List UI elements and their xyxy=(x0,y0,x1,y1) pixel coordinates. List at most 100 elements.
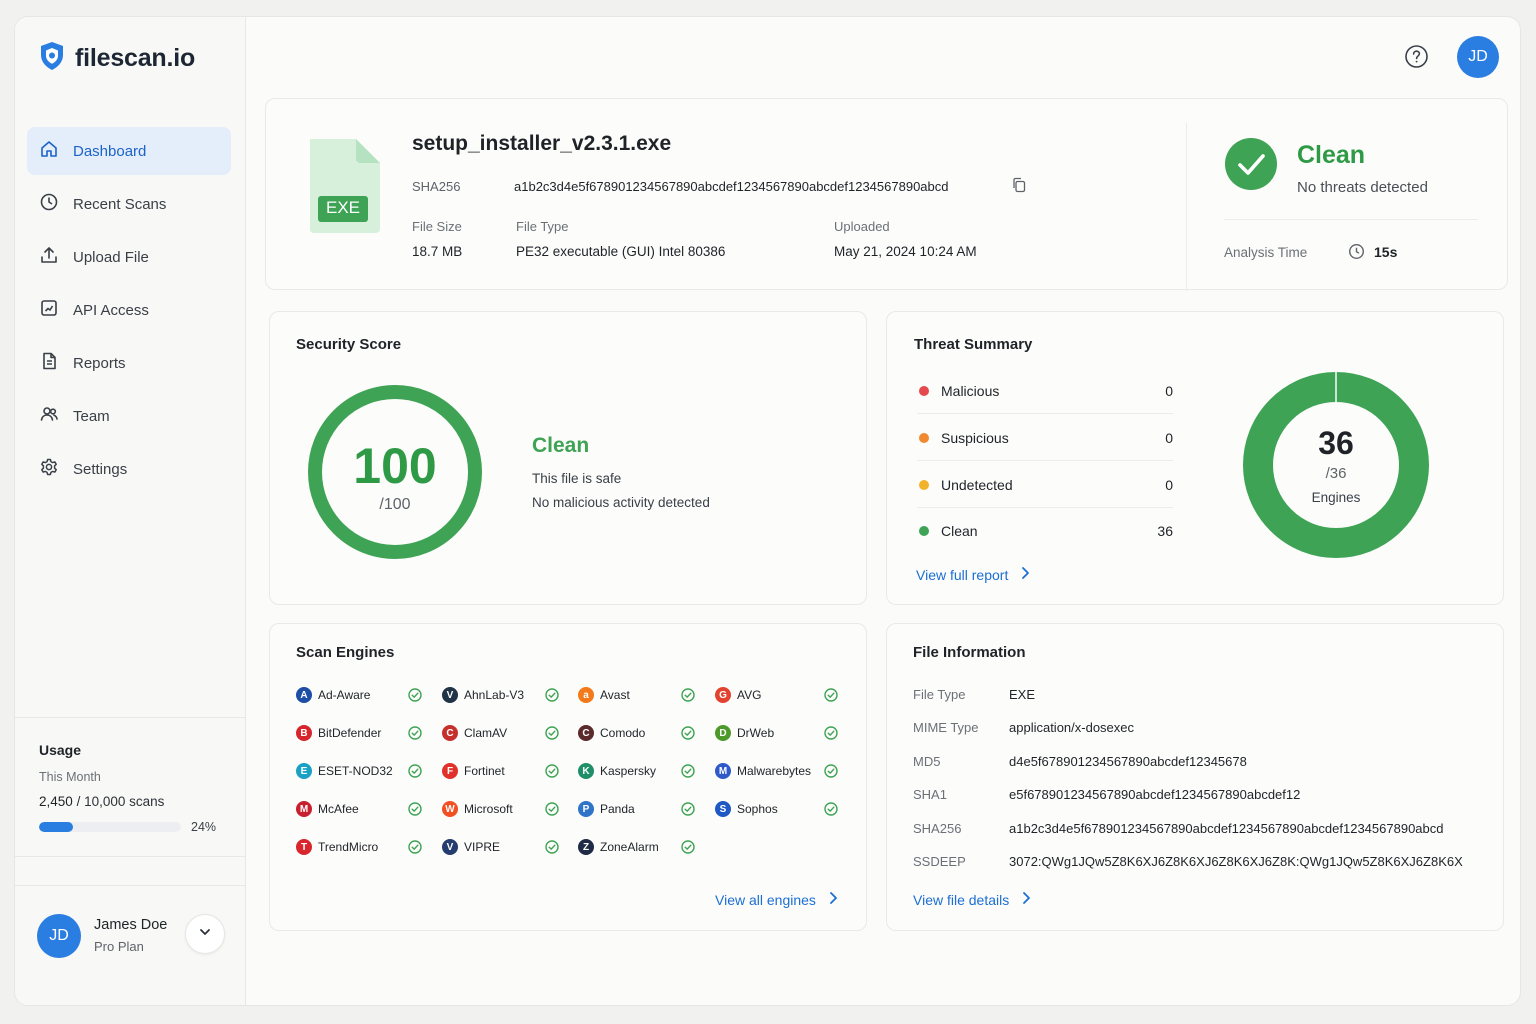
usage-used: 2,450 xyxy=(39,794,73,809)
engine-logo-icon: V xyxy=(442,687,458,703)
engine-name: Malwarebytes xyxy=(737,764,812,778)
engine-name: BitDefender xyxy=(318,726,382,740)
file-size-label: File Size xyxy=(412,219,462,234)
info-value: d4e5f678901234567890abcdef12345678 xyxy=(1009,754,1247,769)
user-menu-toggle[interactable] xyxy=(185,914,225,954)
uploaded-value: May 21, 2024 10:24 AM xyxy=(834,244,977,259)
engine-logo-icon: F xyxy=(442,763,458,779)
header-avatar[interactable]: JD xyxy=(1457,36,1499,78)
usage-period: This Month xyxy=(39,770,101,784)
check-circle-icon xyxy=(681,688,695,707)
check-circle-icon xyxy=(824,726,838,745)
score-value: 100 xyxy=(353,438,437,494)
user-meta: James Doe Pro Plan xyxy=(94,917,167,954)
engine-logo-icon: A xyxy=(296,687,312,703)
shield-logo-icon xyxy=(39,41,65,76)
engine-logo-icon: B xyxy=(296,725,312,741)
check-circle-icon xyxy=(408,840,422,859)
engine-item: E ESET-NOD32 xyxy=(296,762,393,780)
api-icon xyxy=(39,298,59,322)
check-circle-icon xyxy=(545,802,559,821)
verdict-subtitle: No threats detected xyxy=(1297,179,1428,196)
engine-name: Kaspersky xyxy=(600,764,657,778)
engine-logo-icon: M xyxy=(296,801,312,817)
file-summary-card: EXE setup_installer_v2.3.1.exe SHA256 a1… xyxy=(265,98,1508,291)
check-circle-icon xyxy=(545,688,559,707)
sidebar-item-settings[interactable]: Settings xyxy=(27,445,231,493)
engine-name: Fortinet xyxy=(464,764,505,778)
copy-icon[interactable] xyxy=(1011,177,1027,198)
engine-logo-icon: G xyxy=(715,687,731,703)
engine-item: K Kaspersky xyxy=(578,762,656,780)
engine-logo-icon: T xyxy=(296,839,312,855)
engine-item: P Panda xyxy=(578,800,635,818)
info-value: e5f678901234567890abcdef1234567890abcdef… xyxy=(1009,787,1301,802)
uploaded-label: Uploaded xyxy=(834,219,890,234)
status-dot xyxy=(919,385,929,396)
engine-item: a Avast xyxy=(578,686,630,704)
engine-item: W Microsoft xyxy=(442,800,513,818)
engine-logo-icon: D xyxy=(715,725,731,741)
engine-name: Comodo xyxy=(600,726,646,740)
threat-label: Undetected xyxy=(941,476,1013,493)
check-circle-icon xyxy=(1224,137,1278,196)
threat-label: Suspicious xyxy=(941,429,1009,446)
donut-total: /36 xyxy=(1325,465,1347,482)
brand[interactable]: filescan.io xyxy=(39,41,195,76)
check-circle-icon xyxy=(824,764,838,783)
sidebar-item-upload-file[interactable]: Upload File xyxy=(27,233,231,281)
engine-name: DrWeb xyxy=(737,726,775,740)
security-score-title: Security Score xyxy=(296,336,402,353)
engine-name: ClamAV xyxy=(464,726,508,740)
engine-logo-icon: W xyxy=(442,801,458,817)
link-label: View file details xyxy=(913,891,1010,908)
threat-row-undetected: Undetected 0 xyxy=(917,462,1173,508)
info-value: a1b2c3d4e5f678901234567890abcdef12345678… xyxy=(1009,821,1444,836)
check-circle-icon xyxy=(824,688,838,707)
help-icon[interactable] xyxy=(1404,44,1429,74)
file-information-card: File Information File Type EXE MIME Type… xyxy=(886,623,1504,931)
check-circle-icon xyxy=(824,802,838,821)
check-circle-icon xyxy=(408,726,422,745)
engine-logo-icon: C xyxy=(578,725,594,741)
check-circle-icon xyxy=(408,802,422,821)
status-dot xyxy=(919,432,929,443)
threat-row-clean: Clean 36 xyxy=(917,508,1173,554)
sidebar-item-reports[interactable]: Reports xyxy=(27,339,231,387)
sidebar-item-api-access[interactable]: API Access xyxy=(27,286,231,334)
engine-logo-icon: Z xyxy=(578,839,594,855)
engine-item: Z ZoneAlarm xyxy=(578,838,659,856)
engine-logo-icon: S xyxy=(715,801,731,817)
sidebar-item-label: Settings xyxy=(73,460,128,478)
engine-logo-icon: E xyxy=(296,763,312,779)
info-value: EXE xyxy=(1009,687,1036,702)
engine-item: F Fortinet xyxy=(442,762,505,780)
usage-progress: 24% xyxy=(39,820,222,834)
status-dot xyxy=(919,526,929,536)
engine-item: M McAfee xyxy=(296,800,359,818)
check-circle-icon xyxy=(408,764,422,783)
engine-logo-icon: C xyxy=(442,725,458,741)
sha256-label: SHA256 xyxy=(412,179,461,194)
user-profile[interactable]: JD James Doe Pro Plan xyxy=(15,885,246,985)
check-circle-icon xyxy=(545,764,559,783)
score-description: This file is safe xyxy=(532,471,622,486)
check-circle-icon xyxy=(681,840,695,859)
usage-percent: 24% xyxy=(191,820,217,834)
sidebar-item-dashboard[interactable]: Dashboard xyxy=(27,127,231,175)
view-full-report-link[interactable]: View full report xyxy=(916,566,1030,583)
view-all-engines-link[interactable]: View all engines xyxy=(715,891,838,908)
check-circle-icon xyxy=(681,726,695,745)
file-information-title: File Information xyxy=(913,644,1026,661)
chevron-right-icon xyxy=(1021,891,1031,908)
avatar[interactable]: JD xyxy=(37,913,81,958)
sidebar-nav: Dashboard Recent Scans Upload File API A… xyxy=(27,127,231,498)
file-card-divider xyxy=(1186,123,1187,291)
sidebar-item-recent-scans[interactable]: Recent Scans xyxy=(27,180,231,228)
threat-count: 0 xyxy=(1165,382,1173,399)
sidebar-item-team[interactable]: Team xyxy=(27,392,231,440)
threat-summary-title: Threat Summary xyxy=(914,336,1033,353)
threat-label: Malicious xyxy=(941,382,1000,399)
view-file-details-link[interactable]: View file details xyxy=(913,891,1031,908)
analysis-time-value: 15s xyxy=(1374,244,1398,260)
